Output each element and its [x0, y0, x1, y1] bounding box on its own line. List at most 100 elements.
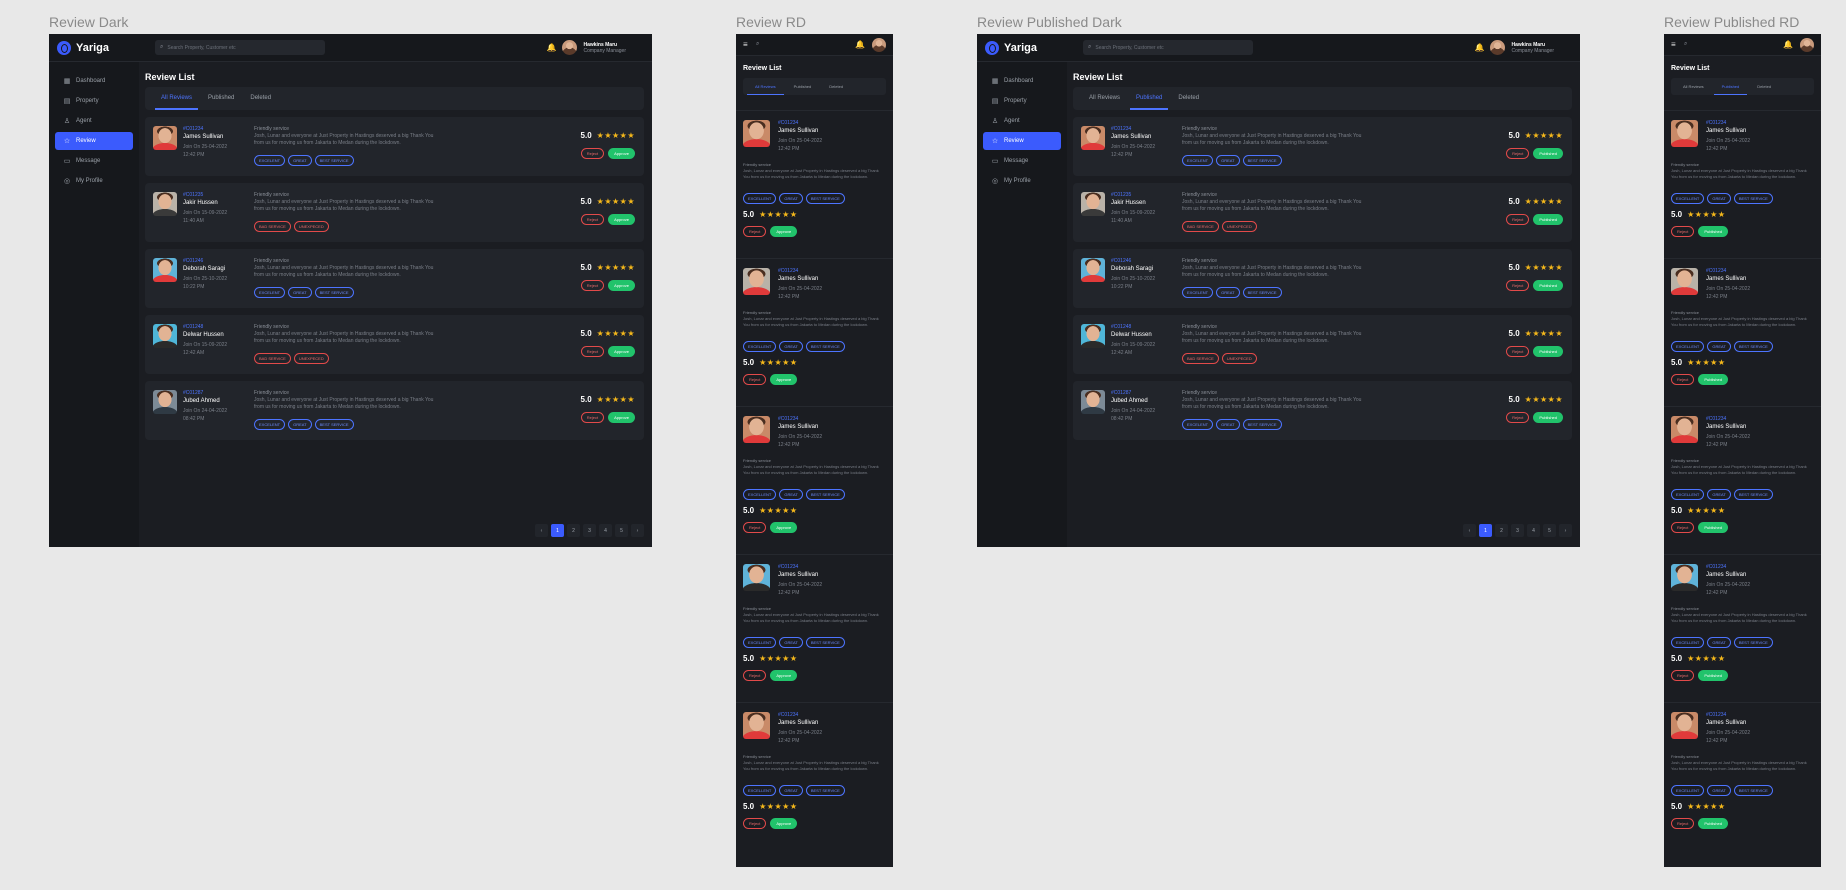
reviewer-id[interactable]: #C01234 [778, 712, 798, 718]
reject-button[interactable]: Reject [580, 148, 605, 159]
approve-button[interactable]: Approve [770, 670, 798, 681]
page-button[interactable]: 2 [1495, 524, 1508, 537]
tab-published[interactable]: Published [1130, 87, 1169, 110]
reviewer-id[interactable]: #C01234 [1111, 126, 1131, 132]
published-button[interactable]: Published [1533, 280, 1563, 291]
reject-button[interactable]: Reject [580, 346, 605, 357]
reject-button[interactable]: Reject [743, 374, 767, 385]
reject-button[interactable]: Reject [1671, 374, 1695, 385]
sidebar-item-property[interactable]: ▤ Property [983, 92, 1061, 110]
tab-deleted[interactable]: Deleted [1172, 87, 1205, 110]
avatar[interactable] [1490, 40, 1506, 55]
sidebar-item-review[interactable]: ☆ Review [983, 132, 1061, 150]
avatar[interactable] [562, 40, 578, 55]
published-button[interactable]: Published [1533, 346, 1563, 357]
prev-page-button[interactable]: ‹ [535, 524, 548, 537]
menu-icon[interactable]: ≡ [743, 40, 748, 49]
reject-button[interactable]: Reject [1671, 522, 1695, 533]
avatar[interactable] [872, 38, 886, 52]
reject-button[interactable]: Reject [1671, 818, 1695, 829]
reject-button[interactable]: Reject [580, 214, 605, 225]
approve-button[interactable]: Approve [770, 522, 798, 533]
reject-button[interactable]: Reject [1506, 412, 1530, 423]
sidebar-item-agent[interactable]: ♙ Agent [983, 112, 1061, 130]
reject-button[interactable]: Reject [580, 412, 605, 423]
reviewer-id[interactable]: #C01234 [778, 416, 798, 422]
notification-bell-icon[interactable]: 🔔 [1475, 43, 1485, 52]
sidebar-item-review[interactable]: ☆ Review [55, 132, 133, 150]
reject-button[interactable]: Reject [1506, 280, 1530, 291]
reject-button[interactable]: Reject [1506, 148, 1530, 159]
page-button[interactable]: 3 [583, 524, 596, 537]
reject-button[interactable]: Reject [1506, 346, 1530, 357]
reviewer-id[interactable]: #C01234 [1706, 268, 1726, 274]
tab-all-reviews[interactable]: All Reviews [155, 87, 199, 110]
published-button[interactable]: Published [1533, 148, 1563, 159]
tab-all-reviews[interactable]: All Reviews [1083, 87, 1126, 110]
reject-button[interactable]: Reject [1671, 226, 1695, 237]
approve-button[interactable]: Approve [608, 148, 635, 159]
published-button[interactable]: Published [1533, 214, 1563, 225]
logo[interactable]: Yariga [977, 40, 1083, 55]
sidebar-item-message[interactable]: ▭ Message [983, 152, 1061, 170]
sidebar-item-dashboard[interactable]: ▦ Dashboard [983, 72, 1061, 90]
tab-all-reviews[interactable]: All Reviews [1675, 78, 1712, 95]
tab-published[interactable]: Published [1713, 78, 1748, 95]
tab-deleted[interactable]: Deleted [1749, 78, 1779, 95]
tab-published[interactable]: Published [786, 78, 820, 95]
approve-button[interactable]: Approve [770, 374, 798, 385]
reviewer-id[interactable]: #C01287 [1111, 390, 1131, 396]
page-button[interactable]: 5 [1543, 524, 1556, 537]
menu-icon[interactable]: ≡ [1671, 40, 1676, 49]
published-button[interactable]: Published [1698, 226, 1728, 237]
reviewer-id[interactable]: #C01234 [778, 120, 798, 126]
approve-button[interactable]: Approve [608, 346, 635, 357]
notification-bell-icon[interactable]: 🔔 [855, 40, 865, 49]
page-button[interactable]: 1 [1479, 524, 1492, 537]
approve-button[interactable]: Approve [770, 818, 798, 829]
reviewer-id[interactable]: #C01234 [778, 564, 798, 570]
notification-bell-icon[interactable]: 🔔 [1783, 40, 1793, 49]
page-button[interactable]: 2 [567, 524, 580, 537]
reviewer-id[interactable]: #C01234 [778, 268, 798, 274]
page-button[interactable]: 4 [599, 524, 612, 537]
reviewer-id[interactable]: #C01234 [1706, 416, 1726, 422]
page-button[interactable]: 3 [1511, 524, 1524, 537]
search-input[interactable]: ⌕ Search Property, Customer etc [155, 40, 325, 55]
reviewer-id[interactable]: #C01234 [1706, 712, 1726, 718]
sidebar-item-my-profile[interactable]: ◎ My Profile [983, 172, 1061, 190]
tab-published[interactable]: Published [202, 87, 240, 110]
avatar[interactable] [1800, 38, 1814, 52]
next-page-button[interactable]: › [1559, 524, 1572, 537]
reject-button[interactable]: Reject [743, 226, 767, 237]
sidebar-item-property[interactable]: ▤ Property [55, 92, 133, 110]
reviewer-id[interactable]: #C01234 [1706, 120, 1726, 126]
tab-all-reviews[interactable]: All Reviews [747, 78, 784, 95]
reject-button[interactable]: Reject [580, 280, 605, 291]
reviewer-id[interactable]: #C01248 [183, 324, 203, 330]
reject-button[interactable]: Reject [1671, 670, 1695, 681]
approve-button[interactable]: Approve [608, 214, 635, 225]
reject-button[interactable]: Reject [743, 522, 767, 533]
sidebar-item-message[interactable]: ▭ Message [55, 152, 133, 170]
reviewer-id[interactable]: #C01234 [1706, 564, 1726, 570]
approve-button[interactable]: Approve [608, 412, 635, 423]
published-button[interactable]: Published [1698, 670, 1728, 681]
page-button[interactable]: 1 [551, 524, 564, 537]
search-icon[interactable]: ⌕ [1684, 41, 1687, 48]
reject-button[interactable]: Reject [743, 818, 767, 829]
next-page-button[interactable]: › [631, 524, 644, 537]
search-input[interactable]: ⌕ Search Property, Customer etc [1083, 40, 1253, 55]
reviewer-id[interactable]: #C01235 [183, 192, 203, 198]
reviewer-id[interactable]: #C01287 [183, 390, 203, 396]
tab-deleted[interactable]: Deleted [244, 87, 277, 110]
sidebar-item-my-profile[interactable]: ◎ My Profile [55, 172, 133, 190]
reviewer-id[interactable]: #C01234 [183, 126, 203, 132]
reviewer-id[interactable]: #C01235 [1111, 192, 1131, 198]
tab-deleted[interactable]: Deleted [821, 78, 851, 95]
prev-page-button[interactable]: ‹ [1463, 524, 1476, 537]
published-button[interactable]: Published [1698, 522, 1728, 533]
sidebar-item-agent[interactable]: ♙ Agent [55, 112, 133, 130]
notification-bell-icon[interactable]: 🔔 [547, 43, 557, 52]
reviewer-id[interactable]: #C01246 [183, 258, 203, 264]
